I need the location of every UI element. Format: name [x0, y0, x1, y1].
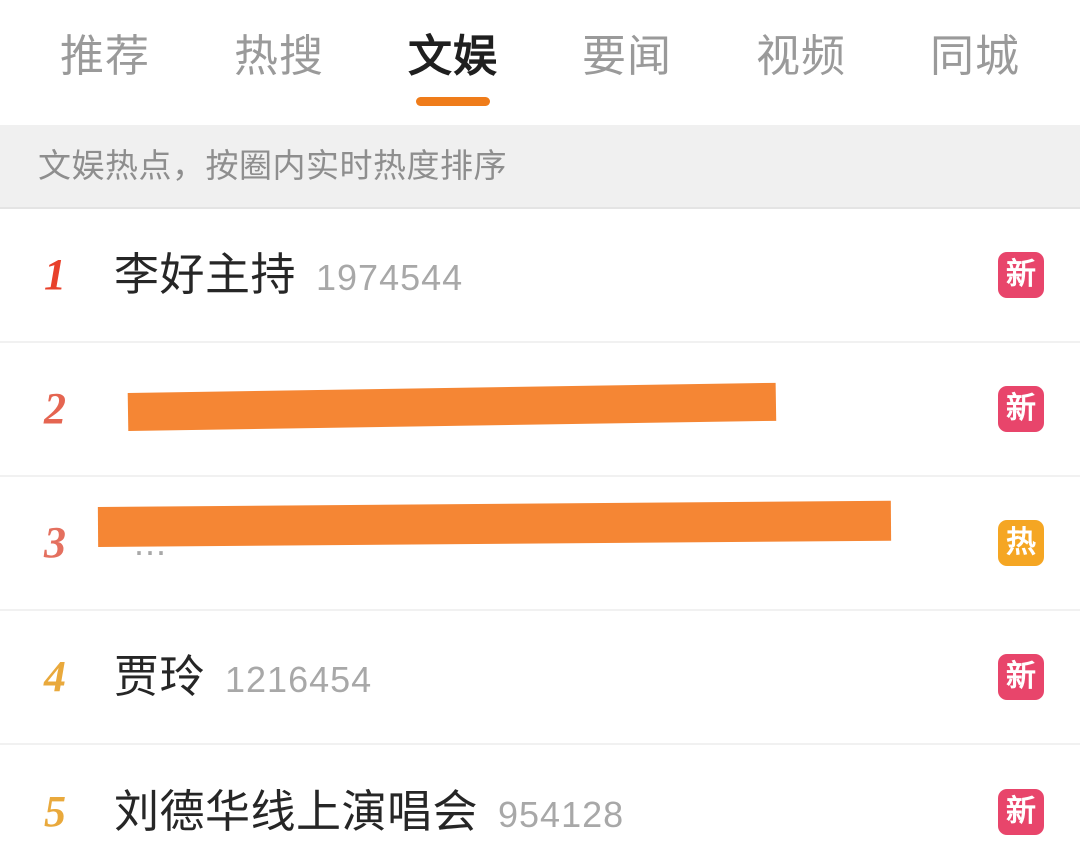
- topic-heat-count: 954128: [498, 794, 625, 835]
- hot-topic-list: 1 李好主持 1974544 新 2 新 3 ... 热 4 贾玲 121645…: [0, 209, 1080, 863]
- tab-resou[interactable]: 热搜: [234, 0, 324, 84]
- tab-label: 视频: [756, 32, 846, 81]
- category-tab-bar: 推荐 热搜 文娱 要闻 视频 同城: [0, 0, 1080, 125]
- tab-label: 文娱: [408, 32, 498, 81]
- tab-tuijian[interactable]: 推荐: [60, 0, 150, 84]
- topic-title: 贾玲: [114, 651, 206, 702]
- redaction-bar: [127, 382, 777, 431]
- rank-number: 1: [44, 250, 66, 299]
- status-badge: 新: [998, 252, 1044, 298]
- tab-wenyu[interactable]: 文娱: [408, 0, 498, 106]
- topic-title: 刘德华线上演唱会: [114, 786, 479, 837]
- topic-title: 李好主持: [114, 249, 297, 300]
- status-badge-label: 热: [1006, 526, 1036, 559]
- status-badge-label: 新: [1006, 258, 1036, 291]
- status-badge: 新: [998, 386, 1044, 432]
- table-row[interactable]: 4 贾玲 1216454 新: [0, 611, 1080, 745]
- status-badge-label: 新: [1006, 660, 1036, 693]
- tab-label: 要闻: [582, 32, 672, 81]
- rank-number: 5: [44, 787, 66, 836]
- tab-label: 推荐: [60, 32, 150, 81]
- hot-search-screen: 推荐 热搜 文娱 要闻 视频 同城 文娱热点，按圈内实时热度排序 1 李好主持 …: [0, 0, 1080, 863]
- tab-label: 同城: [930, 32, 1020, 81]
- row-content: 贾玲 1216454: [114, 649, 978, 705]
- rank-number: 2: [44, 384, 66, 433]
- tab-label: 热搜: [234, 32, 324, 81]
- table-row[interactable]: 3 ... 热: [0, 477, 1080, 611]
- row-content: 李好主持 1974544: [114, 247, 978, 303]
- topic-heat-count: 1216454: [225, 659, 373, 700]
- table-row[interactable]: 2 新: [0, 343, 1080, 477]
- rank-number: 4: [44, 652, 66, 701]
- table-row[interactable]: 1 李好主持 1974544 新: [0, 209, 1080, 343]
- rank-number: 3: [44, 518, 66, 567]
- status-badge: 新: [998, 654, 1044, 700]
- table-row[interactable]: 5 刘德华线上演唱会 954128 新: [0, 745, 1080, 863]
- tab-active-underline: [416, 97, 490, 106]
- list-description-band: 文娱热点，按圈内实时热度排序: [0, 125, 1080, 209]
- tab-yaowen[interactable]: 要闻: [582, 0, 672, 84]
- status-badge: 新: [998, 789, 1044, 835]
- row-content: ...: [114, 521, 978, 565]
- status-badge: 热: [998, 520, 1044, 566]
- status-badge-label: 新: [1006, 795, 1036, 828]
- row-content: 刘德华线上演唱会 954128: [114, 784, 978, 840]
- tab-tongcheng[interactable]: 同城: [930, 0, 1020, 84]
- tab-shipin[interactable]: 视频: [756, 0, 846, 84]
- status-badge-label: 新: [1006, 392, 1036, 425]
- topic-heat-count: 1974544: [316, 257, 464, 298]
- topic-heat-count: ...: [134, 522, 168, 563]
- list-description-text: 文娱热点，按圈内实时热度排序: [38, 147, 507, 184]
